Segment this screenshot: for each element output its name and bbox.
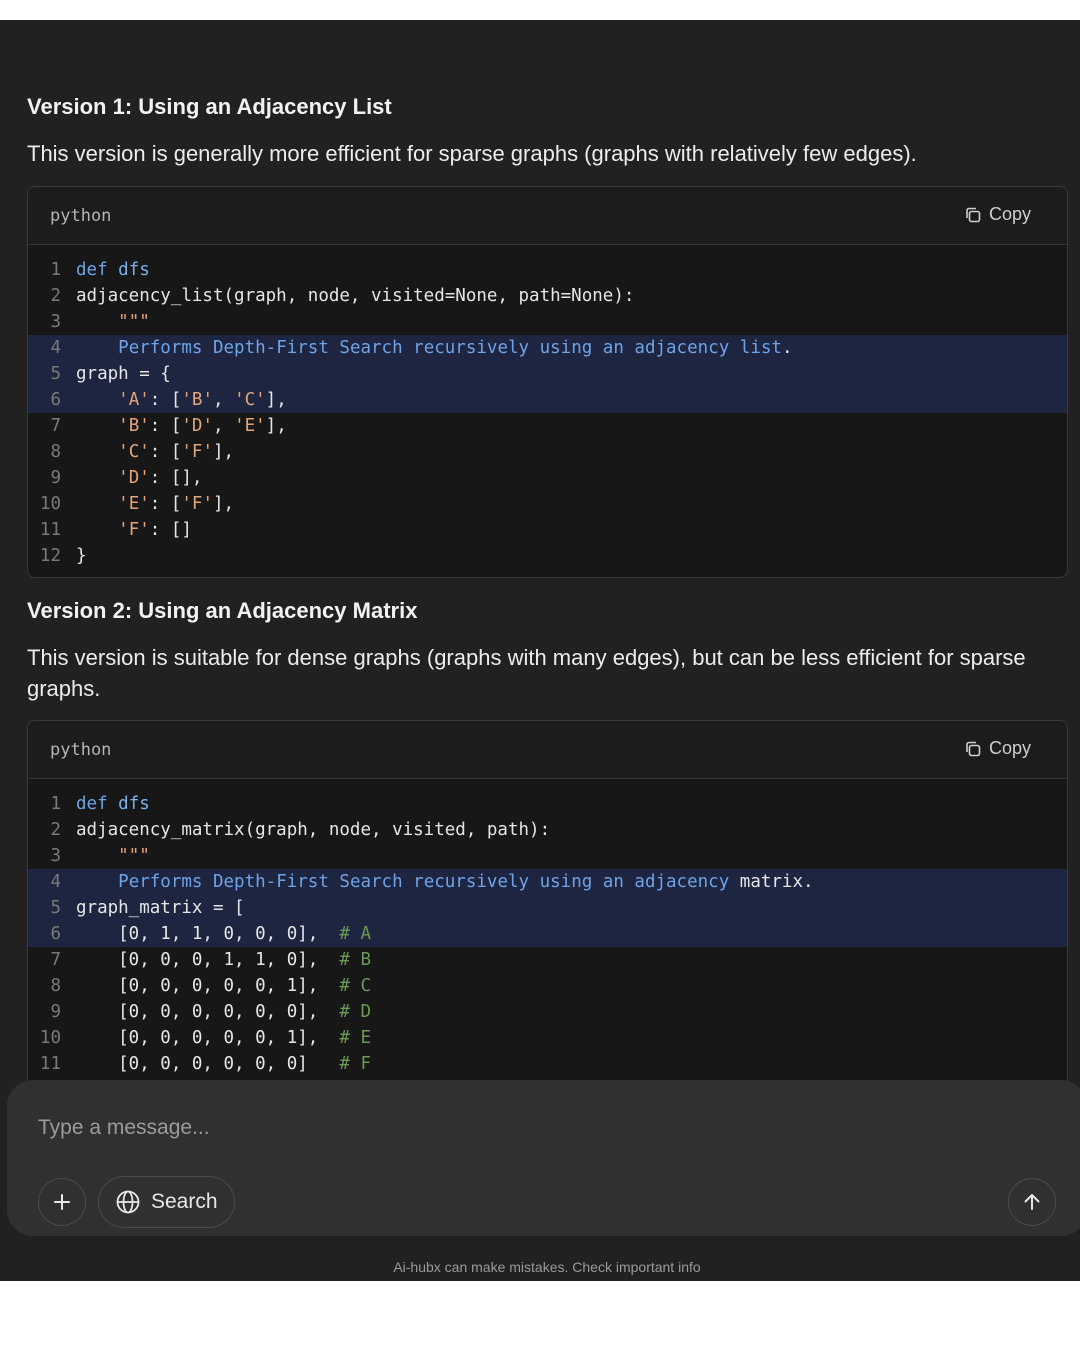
section1-description: This version is generally more efficient… bbox=[27, 141, 917, 166]
code-line: 12} bbox=[28, 543, 1067, 569]
line-number: 11 bbox=[39, 1054, 61, 1074]
code-line: 3 """ bbox=[28, 843, 1067, 869]
section2-description: This version is suitable for dense graph… bbox=[27, 645, 1026, 701]
code-block-2: python Copy 1 def dfs 2 adjacency_matrix(gr… bbox=[27, 720, 1068, 1100]
code-block-header: python Copy bbox=[28, 721, 1067, 779]
line-number: 11 bbox=[39, 520, 61, 540]
copy-icon bbox=[966, 207, 981, 222]
copy-button[interactable]: Copy bbox=[964, 738, 1031, 759]
line-code: """ bbox=[118, 846, 150, 866]
line-number: 9 bbox=[50, 1002, 61, 1022]
line-number: 2 bbox=[50, 820, 61, 840]
code-body: 1 def dfs 2 adjacency_list(graph, node, vis… bbox=[28, 245, 1067, 577]
code-line: 10 [0, 0, 0, 0, 0, 1], # E bbox=[28, 1025, 1067, 1051]
message-composer: Type a message... Search bbox=[7, 1080, 1080, 1236]
code-line: 7 [0, 0, 0, 1, 1, 0], # B bbox=[28, 947, 1067, 973]
search-button[interactable]: Search bbox=[98, 1176, 235, 1228]
line-number: 5 bbox=[50, 898, 61, 918]
line-number: 8 bbox=[50, 976, 61, 996]
line-code: """ bbox=[118, 312, 150, 332]
copy-label: Copy bbox=[988, 738, 1031, 758]
section2-heading: Version 2: Using an Adjacency Matrix bbox=[27, 598, 418, 623]
line-number: 5 bbox=[50, 364, 61, 384]
code-line: 4 Performs Depth-First Search recursivel… bbox=[28, 869, 1067, 895]
line-number: 9 bbox=[50, 468, 61, 488]
line-number: 6 bbox=[50, 390, 61, 410]
code-line: 8 'C': ['F'], bbox=[28, 439, 1067, 465]
code-line: 2 adjacency_matrix(graph, node, visited, … bbox=[28, 817, 1067, 843]
line-number: 7 bbox=[50, 416, 61, 436]
line-number: 6 bbox=[50, 924, 61, 944]
line-code: [0, 0, 0, 0, 0, 1], # E bbox=[76, 1028, 372, 1048]
line-code: 'C': ['F'], bbox=[118, 442, 235, 462]
line-code: [0, 1, 1, 0, 0, 0], # A bbox=[76, 924, 372, 944]
top-fade-overlay bbox=[0, 20, 1080, 100]
code-line: 6 [0, 1, 1, 0, 0, 0], # A bbox=[28, 921, 1067, 947]
line-number: 1 bbox=[50, 260, 61, 280]
code-line: 5 graph_matrix = [ bbox=[28, 895, 1067, 921]
code-line: 5 graph = { bbox=[28, 361, 1067, 387]
line-number: 4 bbox=[50, 338, 61, 358]
code-line: 7 'B': ['D', 'E'], bbox=[28, 413, 1067, 439]
line-code: 'D': [], bbox=[118, 468, 203, 488]
line-number: 12 bbox=[39, 546, 61, 566]
code-block-header: python Copy bbox=[28, 187, 1067, 245]
code-line: 2 adjacency_list(graph, node, visited=Non… bbox=[28, 283, 1067, 309]
line-code: adjacency_matrix(graph, node, visited, p… bbox=[76, 820, 551, 840]
copy-label: Copy bbox=[988, 204, 1031, 224]
code-line: 11 'F': [] bbox=[28, 517, 1067, 543]
code-body: 1 def dfs 2 adjacency_matrix(graph, node, v… bbox=[28, 779, 1067, 1085]
line-code: [0, 0, 0, 0, 0, 1], # C bbox=[76, 976, 372, 996]
code-line: 3 """ bbox=[28, 309, 1067, 335]
code-line: 4 Performs Depth-First Search recursivel… bbox=[28, 335, 1067, 361]
line-code: Performs Depth-First Search recursively … bbox=[118, 872, 814, 892]
search-label: Search bbox=[151, 1190, 218, 1213]
line-number: 3 bbox=[50, 846, 61, 866]
code-line: 6 'A': ['B', 'C'], bbox=[28, 387, 1067, 413]
plus-icon bbox=[54, 1194, 70, 1210]
line-code: def dfs bbox=[76, 794, 150, 814]
line-number: 8 bbox=[50, 442, 61, 462]
line-number: 1 bbox=[50, 794, 61, 814]
code-language-label: python bbox=[50, 740, 112, 760]
code-line: 11 [0, 0, 0, 0, 0, 0] # F bbox=[28, 1051, 1067, 1077]
copy-button[interactable]: Copy bbox=[964, 204, 1031, 225]
line-number: 4 bbox=[50, 872, 61, 892]
line-code: 'E': ['F'], bbox=[118, 494, 235, 514]
disclaimer-text: Ai-hubx can make mistakes. Check importa… bbox=[393, 1259, 701, 1275]
code-line: 1 def dfs bbox=[28, 257, 1067, 283]
line-number: 2 bbox=[50, 286, 61, 306]
code-line: 9 [0, 0, 0, 0, 0, 0], # D bbox=[28, 999, 1067, 1025]
copy-icon bbox=[966, 741, 981, 756]
code-line: 8 [0, 0, 0, 0, 0, 1], # C bbox=[28, 973, 1067, 999]
message-input[interactable]: Type a message... bbox=[38, 1116, 210, 1140]
arrow-up-icon bbox=[1024, 1194, 1040, 1210]
line-code: 'A': ['B', 'C'], bbox=[118, 390, 287, 410]
line-number: 10 bbox=[39, 1028, 61, 1048]
line-code: Performs Depth-First Search recursively … bbox=[118, 338, 793, 358]
line-code: def dfs bbox=[76, 260, 150, 280]
code-line: 10 'E': ['F'], bbox=[28, 491, 1067, 517]
chat-window: Version 1: Using an Adjacency List This … bbox=[0, 20, 1080, 1281]
line-code: adjacency_list(graph, node, visited=None… bbox=[76, 286, 635, 306]
line-code: graph = { bbox=[76, 364, 171, 384]
line-number: 3 bbox=[50, 312, 61, 332]
globe-icon bbox=[116, 1190, 140, 1214]
line-code: 'F': [] bbox=[118, 520, 192, 540]
attach-button[interactable] bbox=[38, 1178, 86, 1226]
line-number: 7 bbox=[50, 950, 61, 970]
line-code: graph_matrix = [ bbox=[76, 898, 245, 918]
line-code: [0, 0, 0, 0, 0, 0] # F bbox=[76, 1054, 372, 1074]
line-code: } bbox=[76, 546, 87, 566]
line-code: 'B': ['D', 'E'], bbox=[118, 416, 287, 436]
line-code: [0, 0, 0, 0, 0, 0], # D bbox=[76, 1002, 372, 1022]
code-line: 9 'D': [], bbox=[28, 465, 1067, 491]
line-number: 10 bbox=[39, 494, 61, 514]
line-code: [0, 0, 0, 1, 1, 0], # B bbox=[76, 950, 372, 970]
code-line: 1 def dfs bbox=[28, 791, 1067, 817]
code-block-1: python Copy 1 def dfs 2 adjacency_list(grap… bbox=[27, 186, 1068, 578]
send-button[interactable] bbox=[1008, 1178, 1056, 1226]
code-language-label: python bbox=[50, 206, 112, 226]
